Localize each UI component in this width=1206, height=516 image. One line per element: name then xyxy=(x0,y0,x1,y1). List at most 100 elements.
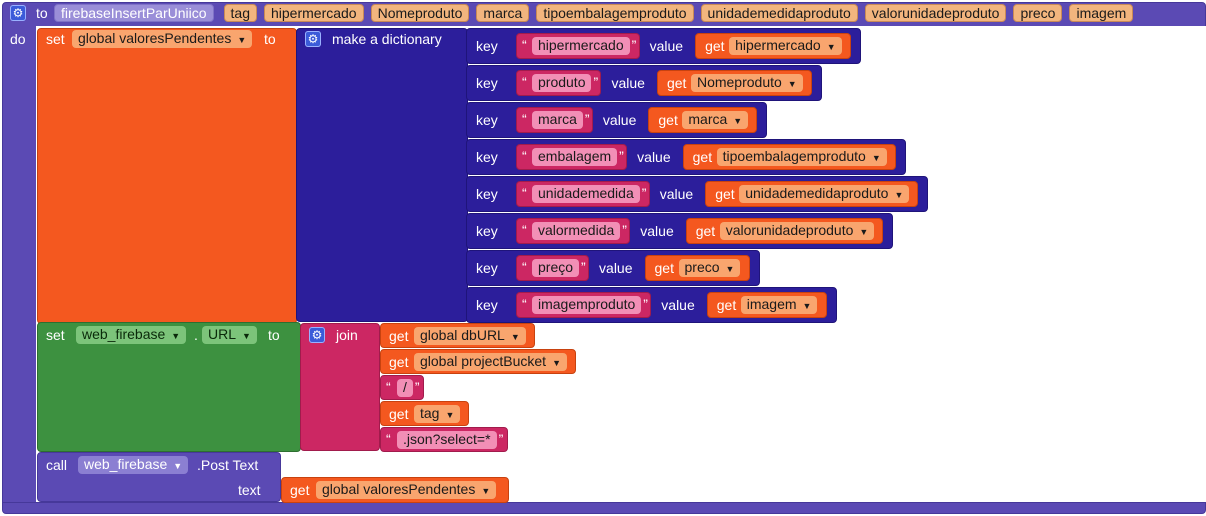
string-value-field[interactable]: .json?select=* xyxy=(397,431,497,449)
get-var-dropdown-text: marca xyxy=(688,111,728,127)
get-var-dropdown[interactable]: tipoembalagemproduto ▼ xyxy=(716,148,887,166)
close-quote-icon: ” xyxy=(584,111,590,127)
close-quote-icon: ” xyxy=(641,185,647,201)
value-label: value xyxy=(611,75,645,91)
get-var-dropdown[interactable]: tag ▼ xyxy=(414,405,461,423)
key-label: key xyxy=(476,186,498,202)
get-label: get xyxy=(692,149,713,165)
chevron-down-icon: ▼ xyxy=(552,358,561,368)
make-dictionary-block[interactable] xyxy=(296,28,468,322)
get-label: get xyxy=(389,354,409,370)
text-arg-label: text xyxy=(238,482,261,498)
get-var-dropdown[interactable]: unidademedidaproduto ▼ xyxy=(739,185,910,203)
string-value-field[interactable]: hipermercado xyxy=(532,37,630,55)
property-dropdown[interactable]: URL ▼ xyxy=(202,326,257,344)
get-label: get xyxy=(715,186,735,202)
gear-icon[interactable]: ⚙ xyxy=(10,5,26,21)
get-var-dropdown[interactable]: preco ▼ xyxy=(678,259,741,277)
get-var-dropdown-text: Nomeproduto xyxy=(696,74,782,90)
get-var-dropdown[interactable]: imagem ▼ xyxy=(740,296,818,314)
open-quote-icon: “ xyxy=(522,259,527,275)
param-field[interactable]: imagem xyxy=(1069,4,1134,22)
set-global-block[interactable] xyxy=(37,28,297,324)
chevron-down-icon: ▼ xyxy=(871,153,881,163)
chevron-down-icon: ▼ xyxy=(802,301,812,311)
to-label-set: to xyxy=(264,31,276,47)
get-label: get xyxy=(666,75,687,91)
param-field[interactable]: unidademedidaproduto xyxy=(700,4,858,22)
chevron-down-icon: ▼ xyxy=(481,486,491,496)
value-label: value xyxy=(661,297,695,313)
to-label-url: to xyxy=(268,327,280,343)
get-var-dropdown-text: hipermercado xyxy=(735,37,821,53)
get-label: get xyxy=(716,297,737,313)
component-dropdown[interactable]: web_firebase ▼ xyxy=(76,326,187,344)
close-quote-icon: ” xyxy=(643,296,648,312)
do-label: do xyxy=(10,31,26,47)
string-value-field[interactable]: marca xyxy=(532,111,583,129)
string-value-field[interactable]: produto xyxy=(532,74,592,92)
param-field[interactable]: tipoembalagemproduto xyxy=(536,4,694,22)
make-dictionary-label: make a dictionary xyxy=(332,31,442,47)
key-label: key xyxy=(476,149,498,165)
param-field[interactable]: preco xyxy=(1013,4,1063,22)
close-quote-icon: ” xyxy=(581,259,586,275)
value-label: value xyxy=(599,260,633,276)
value-label: value xyxy=(649,38,684,54)
param-field[interactable]: Nomeproduto xyxy=(370,4,470,22)
global-var-dropdown[interactable]: global valoresPendentes ▼ xyxy=(72,30,253,48)
close-quote-icon: ” xyxy=(593,74,599,90)
open-quote-icon: “ xyxy=(522,222,527,238)
string-value-field[interactable]: / xyxy=(397,379,413,397)
get-var-dropdown[interactable]: hipermercado ▼ xyxy=(729,37,842,55)
get-var-dropdown-text: tag xyxy=(420,405,440,421)
get-var-dropdown[interactable]: valorunidadeproduto ▼ xyxy=(719,222,875,240)
string-value-field[interactable]: embalagem xyxy=(532,148,618,166)
get-var-dropdown-text: valorunidadeproduto xyxy=(725,222,854,238)
get-var-dropdown[interactable]: global projectBucket ▼ xyxy=(414,353,567,371)
get-var-dropdown[interactable]: global valoresPendentes ▼ xyxy=(316,481,497,499)
set-label-url: set xyxy=(46,327,65,343)
get-var-dropdown[interactable]: marca ▼ xyxy=(682,111,749,129)
string-value-field[interactable]: unidademedida xyxy=(532,185,640,203)
string-value-field[interactable]: imagemproduto xyxy=(532,296,642,314)
value-label: value xyxy=(637,149,671,165)
procedure-name-field[interactable]: firebaseInsertParUniico xyxy=(54,4,214,22)
chevron-down-icon: ▼ xyxy=(242,331,251,341)
get-var-dropdown[interactable]: Nomeproduto ▼ xyxy=(690,74,803,92)
value-label: value xyxy=(602,112,637,128)
gear-icon[interactable]: ⚙ xyxy=(305,31,321,47)
chevron-down-icon: ▼ xyxy=(787,79,797,89)
gear-icon[interactable]: ⚙ xyxy=(309,327,325,343)
string-value-field[interactable]: preço xyxy=(532,259,580,277)
chevron-down-icon: ▼ xyxy=(894,190,904,200)
procedure-footer xyxy=(2,502,1206,514)
key-label: key xyxy=(476,112,498,128)
close-quote-icon: ” xyxy=(619,148,624,164)
get-var-dropdown-text: preco xyxy=(684,259,720,275)
param-field[interactable]: hipermercado xyxy=(263,4,364,22)
method-label: .Post Text xyxy=(197,457,259,473)
get-var-dropdown[interactable]: global dbURL ▼ xyxy=(414,327,526,345)
get-label: get xyxy=(705,38,725,54)
get-var-dropdown-text: tipoembalagemproduto xyxy=(722,148,866,164)
get-label: get xyxy=(695,223,716,239)
param-field[interactable]: marca xyxy=(476,4,530,22)
get-var-dropdown-text: global projectBucket xyxy=(420,353,547,369)
open-quote-icon: “ xyxy=(386,379,391,395)
get-var-dropdown-text: global dbURL xyxy=(420,327,505,343)
chevron-down-icon: ▼ xyxy=(725,264,735,274)
open-quote-icon: “ xyxy=(522,148,527,164)
close-quote-icon: ” xyxy=(631,37,637,53)
open-quote-icon: “ xyxy=(522,185,527,201)
key-label: key xyxy=(476,75,498,91)
param-field[interactable]: tag xyxy=(223,4,257,22)
string-value-field[interactable]: valormedida xyxy=(532,222,621,240)
param-field[interactable]: valorunidadeproduto xyxy=(864,4,1007,22)
close-quote-icon: ” xyxy=(622,222,627,238)
close-quote-icon: ” xyxy=(414,379,420,395)
call-component-dropdown[interactable]: web_firebase ▼ xyxy=(78,456,189,474)
open-quote-icon: “ xyxy=(522,74,527,90)
chevron-down-icon: ▼ xyxy=(237,35,247,45)
key-label: key xyxy=(476,38,498,54)
